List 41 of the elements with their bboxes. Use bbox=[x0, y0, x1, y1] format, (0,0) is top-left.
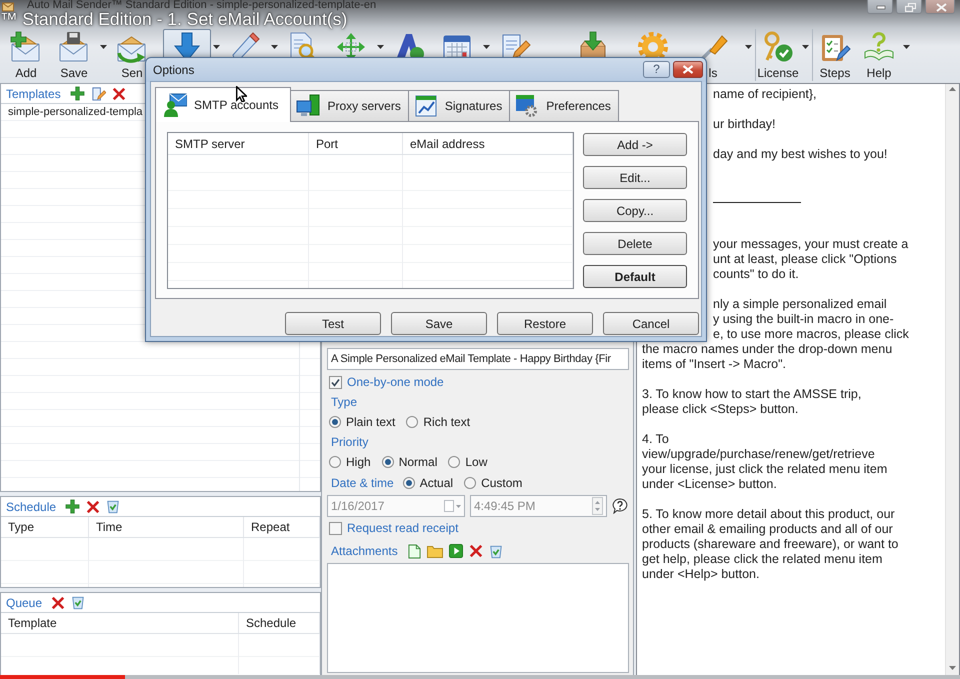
panel-title: Queue bbox=[6, 596, 42, 610]
radio-label: Custom bbox=[481, 476, 522, 490]
text-line: please click <Steps> button. bbox=[642, 402, 800, 417]
video-title: ™ Standard Edition - 1. Set eMail Account(s) bbox=[0, 11, 348, 27]
text-line: view/upgrade/purchase/renew/get/retrieve bbox=[642, 447, 876, 462]
text-line: y using the built-in macro in one- bbox=[713, 312, 895, 327]
radio-label: Rich text bbox=[423, 415, 470, 429]
text-line: counts" to do it. bbox=[713, 267, 800, 282]
text-line: products (shareware and freeware), or want to bbox=[642, 537, 900, 552]
radio-label: Low bbox=[465, 455, 488, 469]
section-label: Attachments bbox=[330, 544, 398, 558]
text-line: your license, just click the related menu item bbox=[642, 462, 888, 477]
text-line: 3. To know how to start the AMSSE trip, bbox=[642, 387, 862, 402]
text-line: 4. To bbox=[642, 432, 670, 447]
radio-label: Plain text bbox=[346, 415, 396, 429]
dialog-title: Options bbox=[153, 62, 194, 76]
text-line: get help, please click the related menu item bbox=[642, 552, 884, 567]
text-line: nly a simple personalized email bbox=[713, 297, 888, 312]
text-line: e, to use more macros, please click bbox=[713, 327, 910, 342]
text-line: 5. To know more detail about this product, our bbox=[642, 507, 896, 522]
section-label: Date & time bbox=[330, 476, 394, 490]
text-line: under <License> button. bbox=[642, 477, 778, 492]
text-line: under <Help> button. bbox=[642, 567, 760, 582]
section-label: Type bbox=[330, 395, 358, 409]
panel-title: Schedule bbox=[6, 500, 56, 514]
text-line: day and my best wishes to you! bbox=[713, 147, 888, 162]
text-line: items of "Insert -> Macro". bbox=[642, 357, 787, 372]
panel-title: Templates bbox=[6, 86, 61, 100]
radio-label: High bbox=[346, 455, 371, 469]
text-line: name of recipient}, bbox=[713, 87, 818, 102]
text-line: unt at least, please click "Options bbox=[713, 252, 898, 267]
checkbox-label: Request read receipt bbox=[347, 521, 458, 535]
section-label: Priority bbox=[330, 435, 368, 449]
text-line: your messages, your must create a bbox=[713, 237, 910, 252]
text-line: other email & emailing products and all of our bbox=[642, 522, 894, 537]
text-line: ur birthday! bbox=[713, 117, 777, 132]
radio-label: Normal bbox=[398, 455, 438, 469]
window-title: Auto Mail Sender™ Standard Edition - simple-personalized-template-en bbox=[27, 0, 376, 11]
checkbox-label: One-by-one mode bbox=[347, 375, 444, 389]
radio-label: Actual bbox=[420, 476, 454, 490]
text-line: the macro names under the drop-down menu bbox=[642, 342, 894, 357]
